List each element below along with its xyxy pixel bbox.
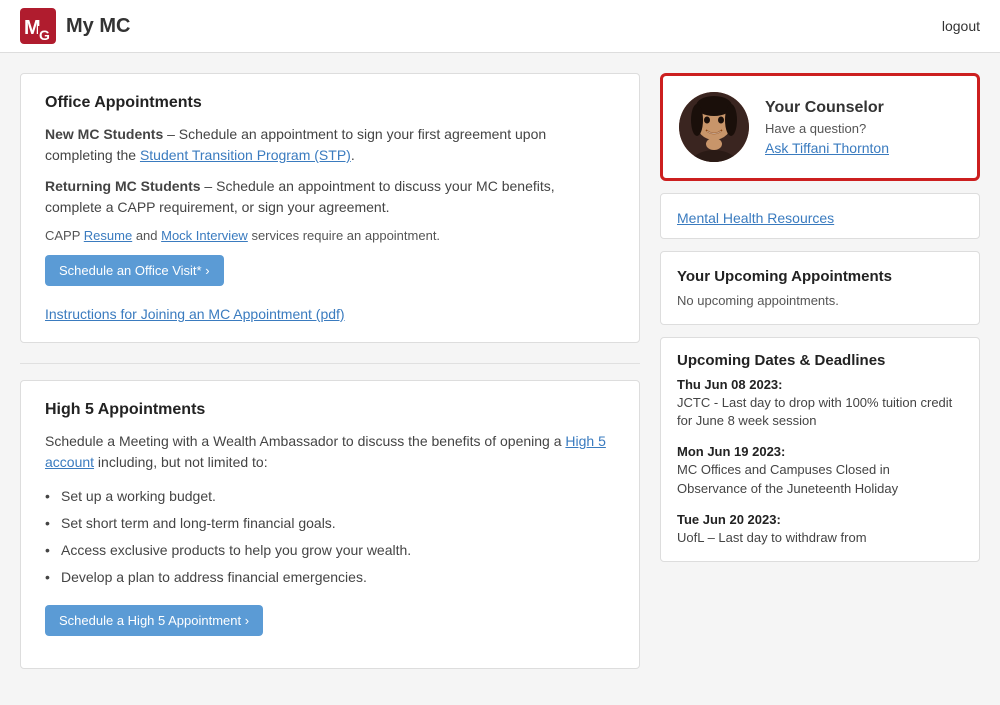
mock-interview-link[interactable]: Mock Interview [161,228,248,243]
counselor-avatar-image [679,92,749,162]
high5-intro-suffix: including, but not limited to: [94,454,268,470]
dates-deadlines-title: Upcoming Dates & Deadlines [677,352,963,369]
right-column: Your Counselor Have a question? Ask Tiff… [660,73,980,685]
upcoming-appointments-card: Your Upcoming Appointments No upcoming a… [660,251,980,325]
list-item: Access exclusive products to help you gr… [45,537,615,564]
site-title: My MC [66,15,130,38]
high5-intro-text: Schedule a Meeting with a Wealth Ambassa… [45,433,565,449]
date-desc: UofL – Last day to withdraw from [677,529,963,547]
new-students-label: New MC Students [45,126,163,142]
no-appointments-text: No upcoming appointments. [677,293,963,308]
capp-text: CAPP Resume and Mock Interview services … [45,228,615,243]
list-item: Set up a working budget. [45,483,615,510]
logout-link[interactable]: logout [942,18,980,34]
date-item: Mon Jun 19 2023: MC Offices and Campuses… [677,444,963,497]
instructions-pdf-link[interactable]: Instructions for Joining an MC Appointme… [45,306,615,322]
upcoming-appointments-title: Your Upcoming Appointments [677,268,963,285]
date-item: Thu Jun 08 2023: JCTC - Last day to drop… [677,377,963,430]
high5-intro: Schedule a Meeting with a Wealth Ambassa… [45,431,615,473]
stp-link[interactable]: Student Transition Program (STP) [140,147,351,163]
logo-icon: M G [20,8,56,44]
new-students-paragraph: New MC Students – Schedule an appointmen… [45,124,615,166]
resume-link[interactable]: Resume [84,228,132,243]
date-desc: MC Offices and Campuses Closed in Observ… [677,461,963,497]
mental-health-link[interactable]: Mental Health Resources [677,206,963,226]
main-layout: Office Appointments New MC Students – Sc… [0,53,1000,705]
returning-students-paragraph: Returning MC Students – Schedule an appo… [45,176,615,218]
list-item: Set short term and long-term financial g… [45,510,615,537]
counselor-card: Your Counselor Have a question? Ask Tiff… [660,73,980,181]
mental-health-card: Mental Health Resources [660,193,980,239]
counselor-question-text: Have a question? [765,121,889,136]
header-left: M G My MC [20,8,130,44]
capp-prefix: CAPP [45,228,84,243]
office-appointments-section: Office Appointments New MC Students – Sc… [20,73,640,343]
schedule-office-visit-button[interactable]: Schedule an Office Visit* › [45,255,224,286]
counselor-avatar [679,92,749,162]
high5-title: High 5 Appointments [45,401,615,419]
svg-text:G: G [39,27,50,43]
date-desc: JCTC - Last day to drop with 100% tuitio… [677,394,963,430]
date-label: Mon Jun 19 2023: [677,444,963,459]
high5-appointments-section: High 5 Appointments Schedule a Meeting w… [20,380,640,669]
date-label: Tue Jun 20 2023: [677,512,963,527]
section-divider [20,363,640,364]
capp-suffix: services require an appointment. [248,228,440,243]
counselor-heading: Your Counselor [765,99,889,117]
office-appointments-title: Office Appointments [45,94,615,112]
left-column: Office Appointments New MC Students – Sc… [20,73,640,685]
dates-deadlines-card: Upcoming Dates & Deadlines Thu Jun 08 20… [660,337,980,562]
list-item: Develop a plan to address financial emer… [45,564,615,591]
counselor-info: Your Counselor Have a question? Ask Tiff… [765,99,889,156]
capp-middle: and [132,228,161,243]
date-item: Tue Jun 20 2023: UofL – Last day to with… [677,512,963,547]
header: M G My MC logout [0,0,1000,53]
returning-students-label: Returning MC Students [45,178,201,194]
schedule-high5-button[interactable]: Schedule a High 5 Appointment › [45,605,263,636]
stp-period: . [351,147,355,163]
high5-bullet-list: Set up a working budget. Set short term … [45,483,615,591]
ask-counselor-link[interactable]: Ask Tiffani Thornton [765,140,889,156]
date-label: Thu Jun 08 2023: [677,377,963,392]
